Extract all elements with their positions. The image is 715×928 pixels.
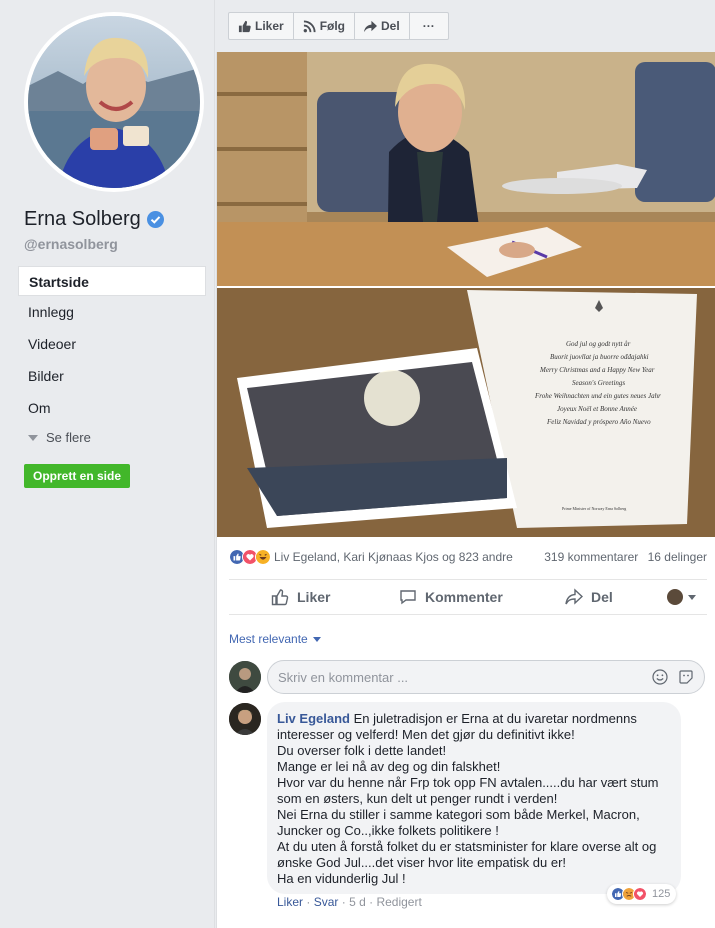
reaction-icons[interactable] (229, 549, 271, 565)
comment-bubble: Liv Egeland En juletradisjon er Erna at … (267, 702, 681, 894)
comment-text-line: Mange er lei nå av deg og din falskhet! (277, 759, 501, 774)
comment-text-line: Du overser folk i dette landet! (277, 743, 447, 758)
comment-reactions[interactable]: 125 (607, 884, 677, 904)
page-nav: Startside Innlegg Videoer Bilder Om (18, 266, 206, 424)
follow-button[interactable]: Følg (294, 13, 356, 39)
page-handle: @ernasolberg (24, 236, 118, 252)
chevron-down-icon (688, 594, 696, 600)
greeting-line: Frohe Weihnachten und ein gutes neues Ja… (534, 392, 661, 400)
nav-item-om[interactable]: Om (18, 392, 206, 424)
greeting-line: God jul og godt nytt år (566, 340, 631, 348)
reaction-names[interactable]: Liv Egeland, Kari Kjønaas Kjos og 823 an… (274, 550, 538, 564)
nav-item-videoer[interactable]: Videoer (18, 328, 206, 360)
comment-text-line: Hvor var du henne når Frp tok opp FN avt… (277, 775, 659, 790)
comment-text-line: At du uten å forstå folket du er statsmi… (277, 839, 657, 854)
card-signature: Prime Minister of Norway Erna Solberg (562, 506, 626, 511)
haha-reaction-icon (255, 549, 271, 565)
like-page-button[interactable]: Liker (229, 13, 294, 39)
avatar (667, 589, 683, 605)
thumbs-up-icon (238, 20, 251, 32)
share-post-label: Del (591, 589, 613, 605)
comment-text-line: Juncker og Co..,ikke folkets politikere … (277, 823, 499, 838)
reactions-summary: Liv Egeland, Kari Kjønaas Kjos og 823 an… (229, 546, 707, 568)
see-more-label: Se flere (46, 430, 91, 445)
more-options-button[interactable]: ··· (410, 13, 448, 39)
thumbs-up-icon (271, 589, 289, 606)
sticker-icon[interactable] (678, 669, 694, 685)
comment-time[interactable]: 5 d (349, 895, 366, 909)
comment-input[interactable]: Skriv en kommentar ... (267, 660, 705, 694)
profile-picture[interactable] (24, 12, 204, 192)
left-sidebar: Erna Solberg @ernasolberg Startside Innl… (0, 0, 215, 928)
comment-text-line: ønske God Jul....det viser hvor lite emp… (277, 855, 567, 870)
chevron-down-icon (28, 434, 38, 441)
comment-reply-link[interactable]: Svar (314, 895, 339, 909)
comment-label: Kommenter (425, 589, 503, 605)
greeting-line: Buorit juovllat ja buorre ođđajahki (550, 353, 649, 361)
comment-bubble-icon (400, 590, 416, 605)
greeting-line: Feliz Navidad y próspero Año Nuevo (546, 418, 651, 426)
comment-button[interactable]: Kommenter (399, 588, 503, 606)
avatar[interactable] (229, 661, 261, 693)
rss-icon (303, 19, 316, 32)
greeting-line: Season's Greetings (572, 379, 625, 387)
like-page-label: Liker (255, 19, 284, 33)
avatar[interactable] (229, 703, 261, 735)
comment-text-line: En juletradisjon er Erna at du ivaretar … (353, 711, 637, 726)
post-photo-christmas-card[interactable]: God jul og godt nytt år Buorit juovllat … (217, 288, 715, 537)
love-reaction-icon (633, 887, 647, 901)
page-name-text[interactable]: Erna Solberg (24, 208, 141, 231)
comment-count[interactable]: 319 kommentarer (544, 550, 638, 564)
comment-input-tools (652, 669, 694, 685)
create-page-button[interactable]: Opprett en side (24, 464, 130, 488)
share-page-label: Del (381, 19, 400, 33)
verified-badge-icon (146, 211, 164, 228)
comment-sort-dropdown[interactable]: Mest relevante (229, 632, 321, 646)
comment-edited[interactable]: Redigert (376, 895, 421, 909)
page-name[interactable]: Erna Solberg (24, 208, 164, 231)
comment-like-link[interactable]: Liker (277, 895, 303, 909)
nav-item-innlegg[interactable]: Innlegg (18, 296, 206, 328)
comment-reaction-count: 125 (652, 888, 671, 900)
greeting-line: Merry Christmas and a Happy New Year (539, 366, 655, 374)
post-action-bar: Liker Kommenter Del (229, 579, 707, 615)
share-arrow-icon (364, 20, 378, 32)
emoji-icon[interactable] (652, 669, 668, 685)
like-post-button[interactable]: Liker (271, 588, 330, 606)
comment-meta: Liker · Svar · 5 d · Redigert (277, 895, 422, 909)
comment-text-line: interesser og velferd! Men det gjør du d… (277, 727, 575, 742)
comment-input-placeholder: Skriv en kommentar ... (278, 669, 409, 685)
post-photo-signing[interactable] (217, 52, 715, 286)
share-arrow-icon (565, 588, 583, 605)
engagement-counts: 319 kommentarer 16 delinger (538, 550, 707, 564)
see-more-link[interactable]: Se flere (28, 430, 91, 445)
follow-label: Følg (319, 19, 346, 33)
sort-label: Mest relevante (229, 632, 308, 646)
share-count[interactable]: 16 delinger (648, 550, 707, 564)
post-as-selector[interactable] (667, 589, 696, 605)
nav-item-startside[interactable]: Startside (18, 266, 206, 296)
share-page-button[interactable]: Del (355, 13, 410, 39)
chevron-down-icon (312, 636, 321, 642)
comment-text-line: Nei Erna du stiller i samme kategori som… (277, 807, 640, 822)
like-post-label: Liker (297, 589, 331, 605)
comment-text-line: som en østers, kun delt ut penger rundt … (277, 791, 558, 806)
comment-author[interactable]: Liv Egeland (277, 711, 350, 726)
greeting-line: Joyeux Noël et Bonne Année (557, 405, 637, 413)
page-actions-bar: Liker Følg Del ··· (228, 12, 449, 40)
nav-item-bilder[interactable]: Bilder (18, 360, 206, 392)
share-post-button[interactable]: Del (565, 588, 613, 606)
post-card: God jul og godt nytt år Buorit juovllat … (216, 52, 715, 928)
